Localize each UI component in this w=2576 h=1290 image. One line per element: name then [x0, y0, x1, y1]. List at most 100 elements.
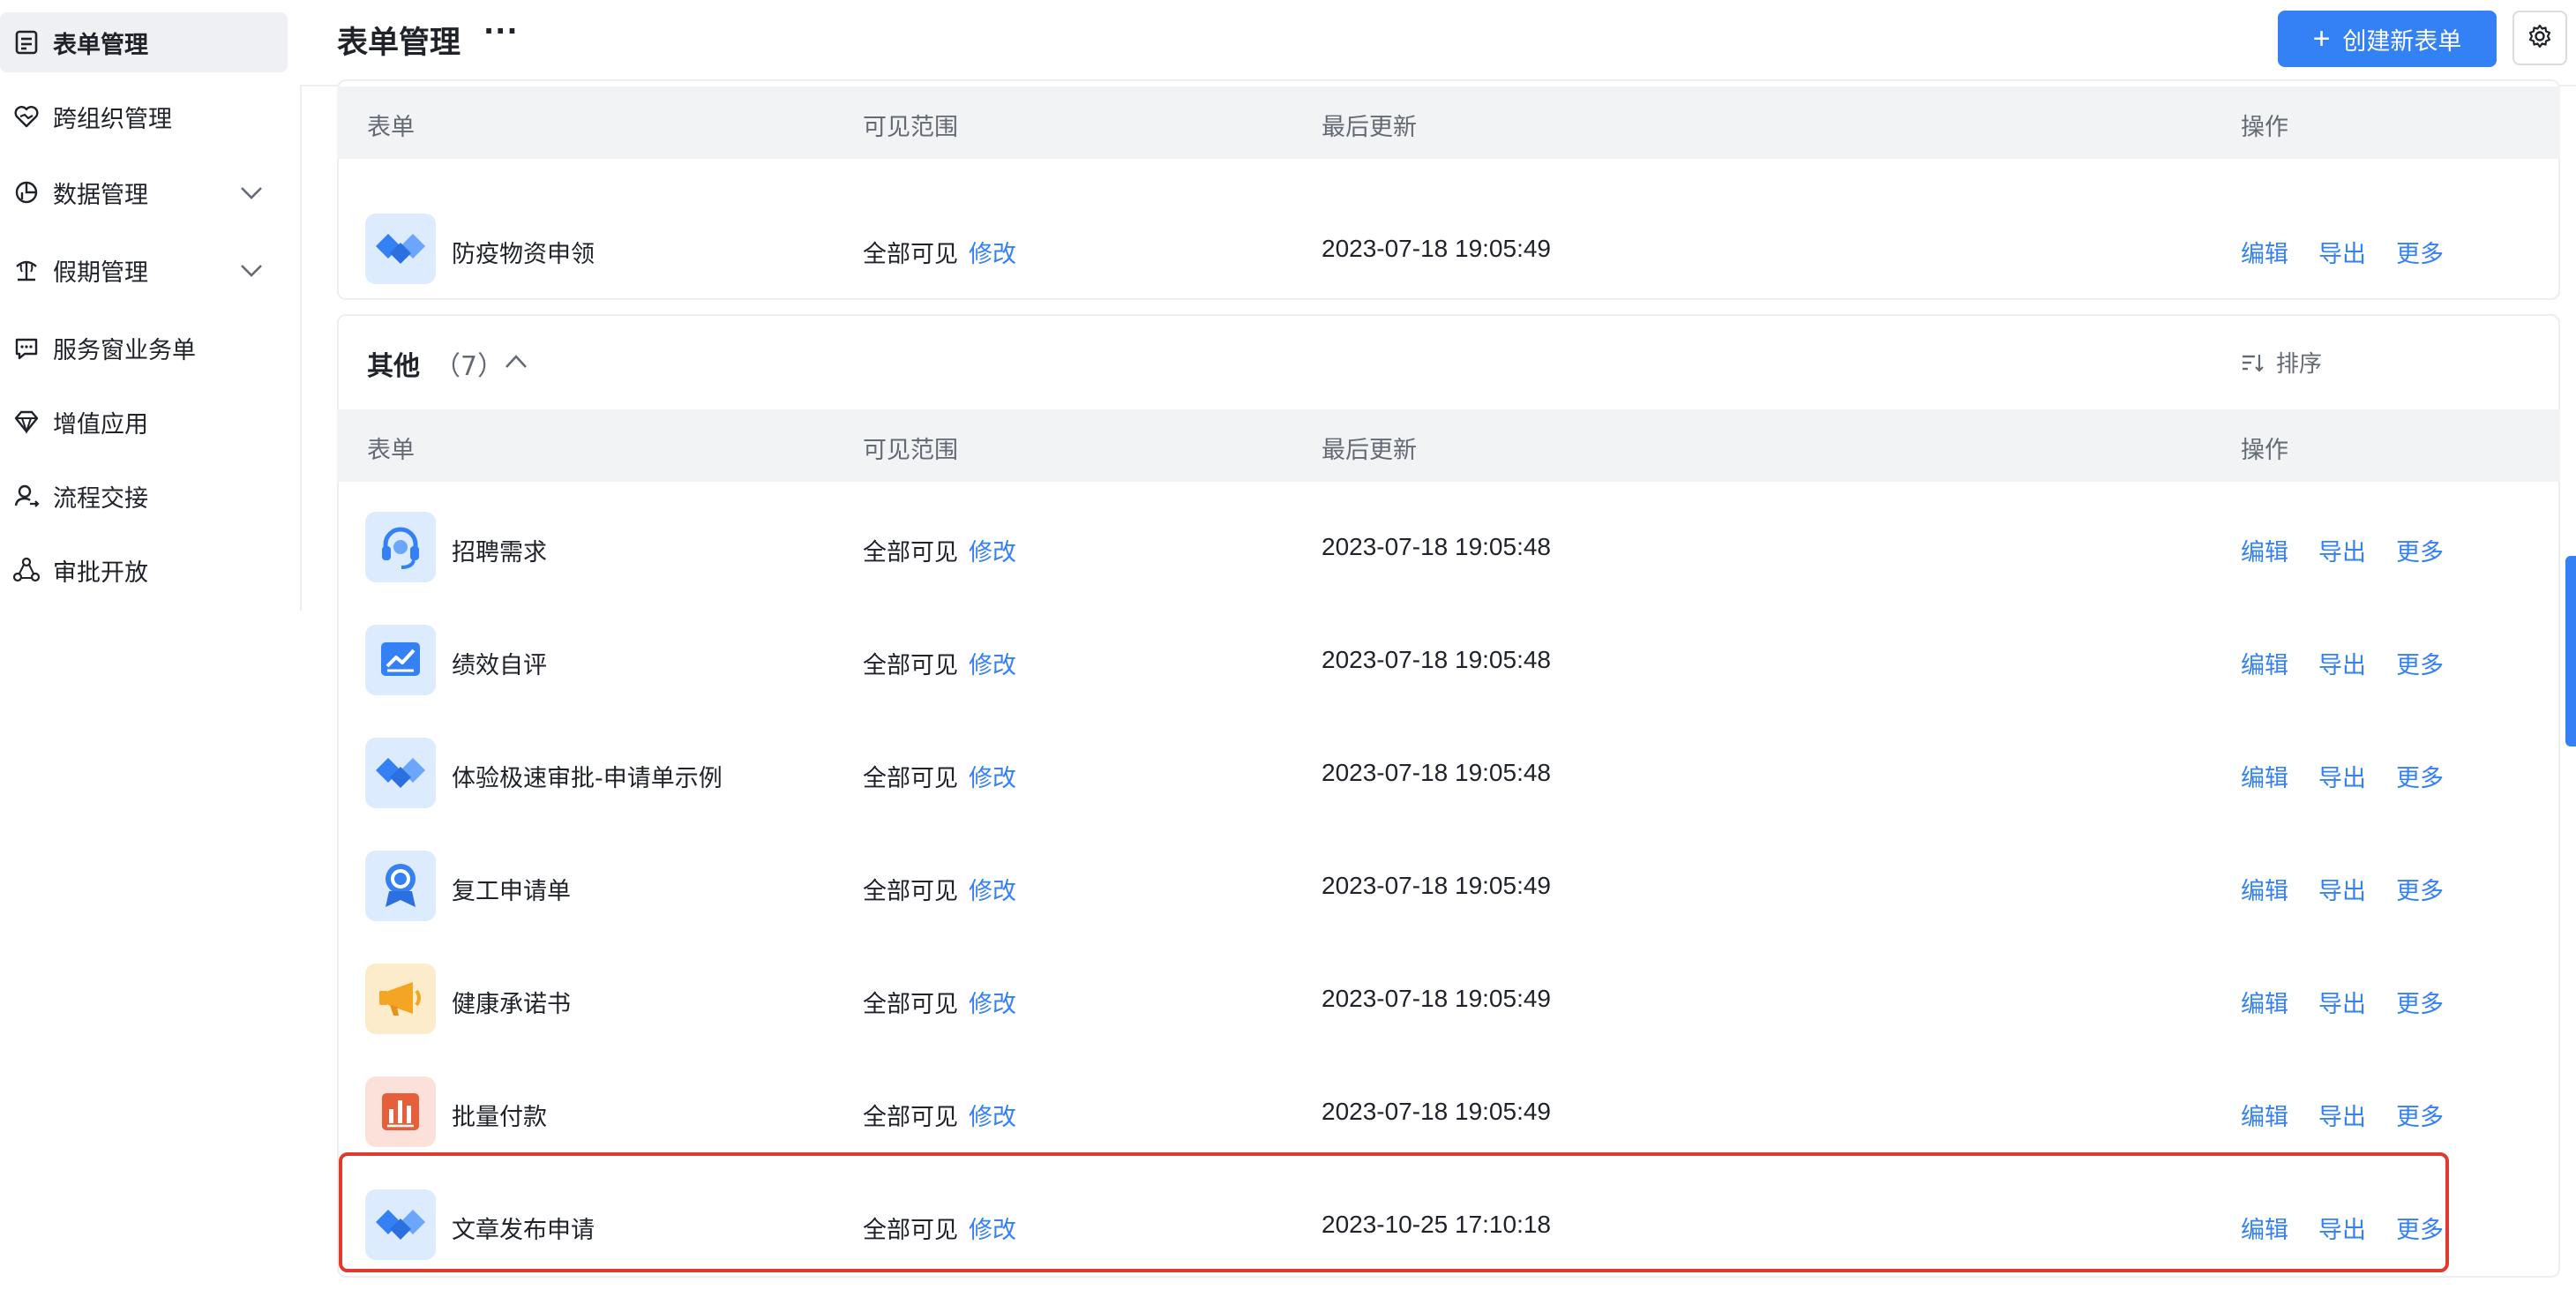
plus-icon: +: [2312, 22, 2331, 56]
settings-button[interactable]: [2512, 11, 2567, 65]
handshake-icon: [365, 738, 436, 808]
more-link[interactable]: 更多: [2396, 1098, 2444, 1132]
table-header-top: 表单 可见范围 最后更新 操作: [337, 86, 2560, 159]
sidebar-item-value-added[interactable]: 增值应用: [0, 392, 288, 452]
edit-link[interactable]: 编辑: [2241, 235, 2288, 269]
chevron-down-icon[interactable]: [238, 258, 265, 282]
table-row[interactable]: 文章发布申请 全部可见 修改 2023-10-25 17:10:18 编辑 导出…: [337, 1161, 2560, 1274]
sidebar-item-process-handover[interactable]: 流程交接: [0, 466, 288, 526]
export-link[interactable]: 导出: [2318, 533, 2366, 567]
gear-icon: [2527, 23, 2553, 53]
edit-link[interactable]: 编辑: [2241, 985, 2288, 1019]
visibility-edit-link[interactable]: 修改: [969, 646, 1016, 680]
visibility-edit-link[interactable]: 修改: [969, 985, 1016, 1019]
export-link[interactable]: 导出: [2318, 872, 2366, 906]
visibility-edit-link[interactable]: 修改: [969, 872, 1016, 906]
sidebar-item-approval-open[interactable]: 审批开放: [0, 540, 288, 600]
sidebar-item-label: 假期管理: [53, 259, 148, 287]
more-link[interactable]: 更多: [2396, 759, 2444, 793]
more-link[interactable]: 更多: [2396, 872, 2444, 906]
updated-time: 2023-07-18 19:05:49: [1322, 872, 1551, 899]
visibility-edit-link[interactable]: 修改: [969, 1211, 1016, 1245]
handshake-icon: [365, 214, 436, 284]
table-row[interactable]: 防疫物资申领 全部可见 修改 2023-07-18 19:05:49 编辑 导出…: [337, 185, 2560, 298]
column-header-updated: 最后更新: [1322, 114, 1417, 141]
sidebar-item-cross-org[interactable]: 跨组织管理: [0, 86, 288, 146]
edit-link[interactable]: 编辑: [2241, 759, 2288, 793]
sidebar-item-form-management[interactable]: 表单管理: [0, 12, 288, 72]
export-link[interactable]: 导出: [2318, 759, 2366, 793]
visibility-value: 全部可见: [863, 1104, 958, 1131]
sort-button[interactable]: 排序: [2241, 346, 2322, 379]
pie-chart-icon: [9, 175, 44, 210]
form-name[interactable]: 防疫物资申领: [452, 235, 595, 269]
form-name[interactable]: 体验极速审批-申请单示例: [452, 759, 723, 793]
form-name[interactable]: 招聘需求: [452, 533, 547, 567]
visibility-value: 全部可见: [863, 765, 958, 792]
user-handover-icon: [9, 478, 44, 514]
visibility-value: 全部可见: [863, 1217, 958, 1244]
title-more-button[interactable]: ···: [483, 14, 518, 48]
sidebar-item-data-management[interactable]: 数据管理: [0, 162, 288, 222]
export-link[interactable]: 导出: [2318, 235, 2366, 269]
more-link[interactable]: 更多: [2396, 533, 2444, 567]
table-row[interactable]: 健康承诺书 全部可见 修改 2023-07-18 19:05:49 编辑 导出 …: [337, 935, 2560, 1048]
create-form-button[interactable]: + 创建新表单: [2278, 11, 2497, 67]
updated-time: 2023-07-18 19:05:48: [1322, 533, 1551, 560]
export-link[interactable]: 导出: [2318, 1211, 2366, 1245]
form-name[interactable]: 健康承诺书: [452, 985, 571, 1019]
sidebar-item-label: 流程交接: [53, 484, 148, 513]
column-header-form: 表单: [367, 114, 415, 141]
visibility-edit-link[interactable]: 修改: [969, 235, 1016, 269]
visibility-value: 全部可见: [863, 878, 958, 905]
column-header-visibility: 可见范围: [863, 437, 958, 464]
sidebar-item-label: 增值应用: [53, 410, 148, 439]
edit-link[interactable]: 编辑: [2241, 872, 2288, 906]
section-count: （7）: [434, 351, 505, 382]
sort-icon: [2241, 351, 2264, 374]
sort-label: 排序: [2276, 351, 2323, 378]
form-list-icon: [9, 25, 44, 60]
edit-link[interactable]: 编辑: [2241, 646, 2288, 680]
table-row[interactable]: 绩效自评 全部可见 修改 2023-07-18 19:05:48 编辑 导出 更…: [337, 596, 2560, 709]
more-link[interactable]: 更多: [2396, 1211, 2444, 1245]
chevron-down-icon[interactable]: [238, 180, 265, 205]
edit-link[interactable]: 编辑: [2241, 533, 2288, 567]
bar-report-icon: [365, 1076, 436, 1147]
form-name[interactable]: 复工申请单: [452, 872, 571, 906]
sidebar-item-service-window[interactable]: 服务窗业务单: [0, 318, 288, 378]
sidebar-item-leave-management[interactable]: 假期管理: [0, 240, 288, 300]
export-link[interactable]: 导出: [2318, 646, 2366, 680]
visibility-edit-link[interactable]: 修改: [969, 1098, 1016, 1132]
visibility-edit-link[interactable]: 修改: [969, 533, 1016, 567]
form-name[interactable]: 文章发布申请: [452, 1211, 595, 1245]
export-link[interactable]: 导出: [2318, 1098, 2366, 1132]
visibility-value: 全部可见: [863, 241, 958, 268]
form-name[interactable]: 绩效自评: [452, 646, 547, 680]
network-icon: [9, 552, 44, 588]
export-link[interactable]: 导出: [2318, 985, 2366, 1019]
updated-time: 2023-07-18 19:05:49: [1322, 235, 1551, 262]
edit-link[interactable]: 编辑: [2241, 1098, 2288, 1132]
updated-time: 2023-07-18 19:05:48: [1322, 759, 1551, 786]
edit-link[interactable]: 编辑: [2241, 1211, 2288, 1245]
diamond-icon: [9, 404, 44, 439]
visibility-edit-link[interactable]: 修改: [969, 759, 1016, 793]
column-header-form: 表单: [367, 437, 415, 464]
form-name[interactable]: 批量付款: [452, 1098, 547, 1132]
visibility-value: 全部可见: [863, 652, 958, 679]
scrollbar-thumb[interactable]: [2565, 556, 2576, 746]
visibility-value: 全部可见: [863, 991, 958, 1018]
sidebar-item-label: 数据管理: [53, 181, 148, 209]
chevron-up-icon[interactable]: [503, 351, 529, 376]
table-row[interactable]: 批量付款 全部可见 修改 2023-07-18 19:05:49 编辑 导出 更…: [337, 1048, 2560, 1161]
more-link[interactable]: 更多: [2396, 235, 2444, 269]
trend-chart-icon: [365, 625, 436, 695]
more-link[interactable]: 更多: [2396, 985, 2444, 1019]
updated-time: 2023-07-18 19:05:49: [1322, 1098, 1551, 1125]
table-row[interactable]: 复工申请单 全部可见 修改 2023-07-18 19:05:49 编辑 导出 …: [337, 822, 2560, 935]
table-row[interactable]: 招聘需求 全部可见 修改 2023-07-18 19:05:48 编辑 导出 更…: [337, 484, 2560, 596]
updated-time: 2023-10-25 17:10:18: [1322, 1211, 1551, 1238]
table-row[interactable]: 体验极速审批-申请单示例 全部可见 修改 2023-07-18 19:05:48…: [337, 709, 2560, 822]
more-link[interactable]: 更多: [2396, 646, 2444, 680]
